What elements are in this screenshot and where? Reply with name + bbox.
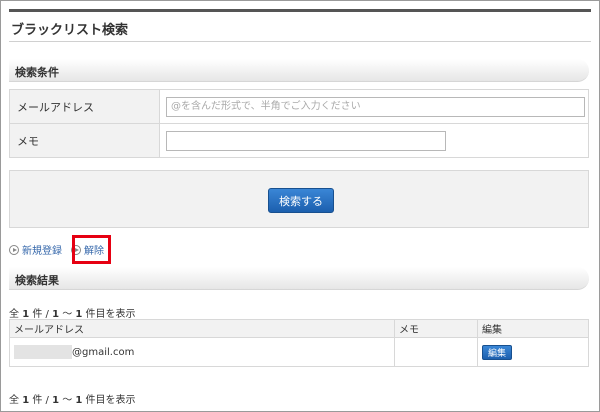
top-bar <box>9 9 591 12</box>
memo-value <box>394 337 478 367</box>
page-title: ブラックリスト検索 <box>11 23 129 38</box>
col-memo: メモ <box>394 319 478 338</box>
edit-button[interactable]: 編集 <box>482 344 513 360</box>
results-header-row: メールアドレス メモ 編集 <box>9 319 589 338</box>
results-heading: 検索結果 <box>15 274 59 287</box>
memo-row: メモ <box>9 123 589 158</box>
conditions-table: メールアドレス メモ <box>9 89 589 158</box>
conditions-header: 検索条件 <box>9 59 589 82</box>
new-register-link[interactable]: 新規登録 <box>9 242 62 257</box>
email-row: メールアドレス <box>9 89 589 124</box>
email-cell <box>159 89 589 124</box>
email-value: @gmail.com <box>9 337 395 367</box>
search-button[interactable]: 検索する <box>268 188 334 213</box>
email-label: メールアドレス <box>9 89 160 124</box>
redacted-block <box>14 345 72 359</box>
email-input[interactable] <box>166 96 585 117</box>
memo-cell <box>159 123 589 158</box>
new-register-label: 新規登録 <box>22 246 62 257</box>
edit-cell: 編集 <box>477 337 589 367</box>
col-email: メールアドレス <box>9 319 395 338</box>
arrow-circle-icon <box>9 244 19 255</box>
results-header: 検索結果 <box>9 267 589 290</box>
result-count-bottom: 全 1 件 / 1 ～ 1 件目を表示 <box>9 395 136 406</box>
result-count-top: 全 1 件 / 1 ～ 1 件目を表示 <box>9 309 136 320</box>
conditions-heading: 検索条件 <box>15 66 59 79</box>
email-domain: @gmail.com <box>72 347 135 358</box>
title-divider <box>9 41 591 42</box>
app-frame: ブラックリスト検索 検索条件 メールアドレス メモ 検索する 新規登録 解除 <box>0 0 600 412</box>
memo-input[interactable] <box>166 130 446 151</box>
results-table: メールアドレス メモ 編集 @gmail.com 編集 <box>9 319 589 367</box>
search-area: 検索する <box>9 170 589 228</box>
memo-label: メモ <box>9 123 160 158</box>
highlight-box <box>72 235 111 264</box>
table-row: @gmail.com 編集 <box>9 337 589 367</box>
col-edit: 編集 <box>477 319 589 338</box>
